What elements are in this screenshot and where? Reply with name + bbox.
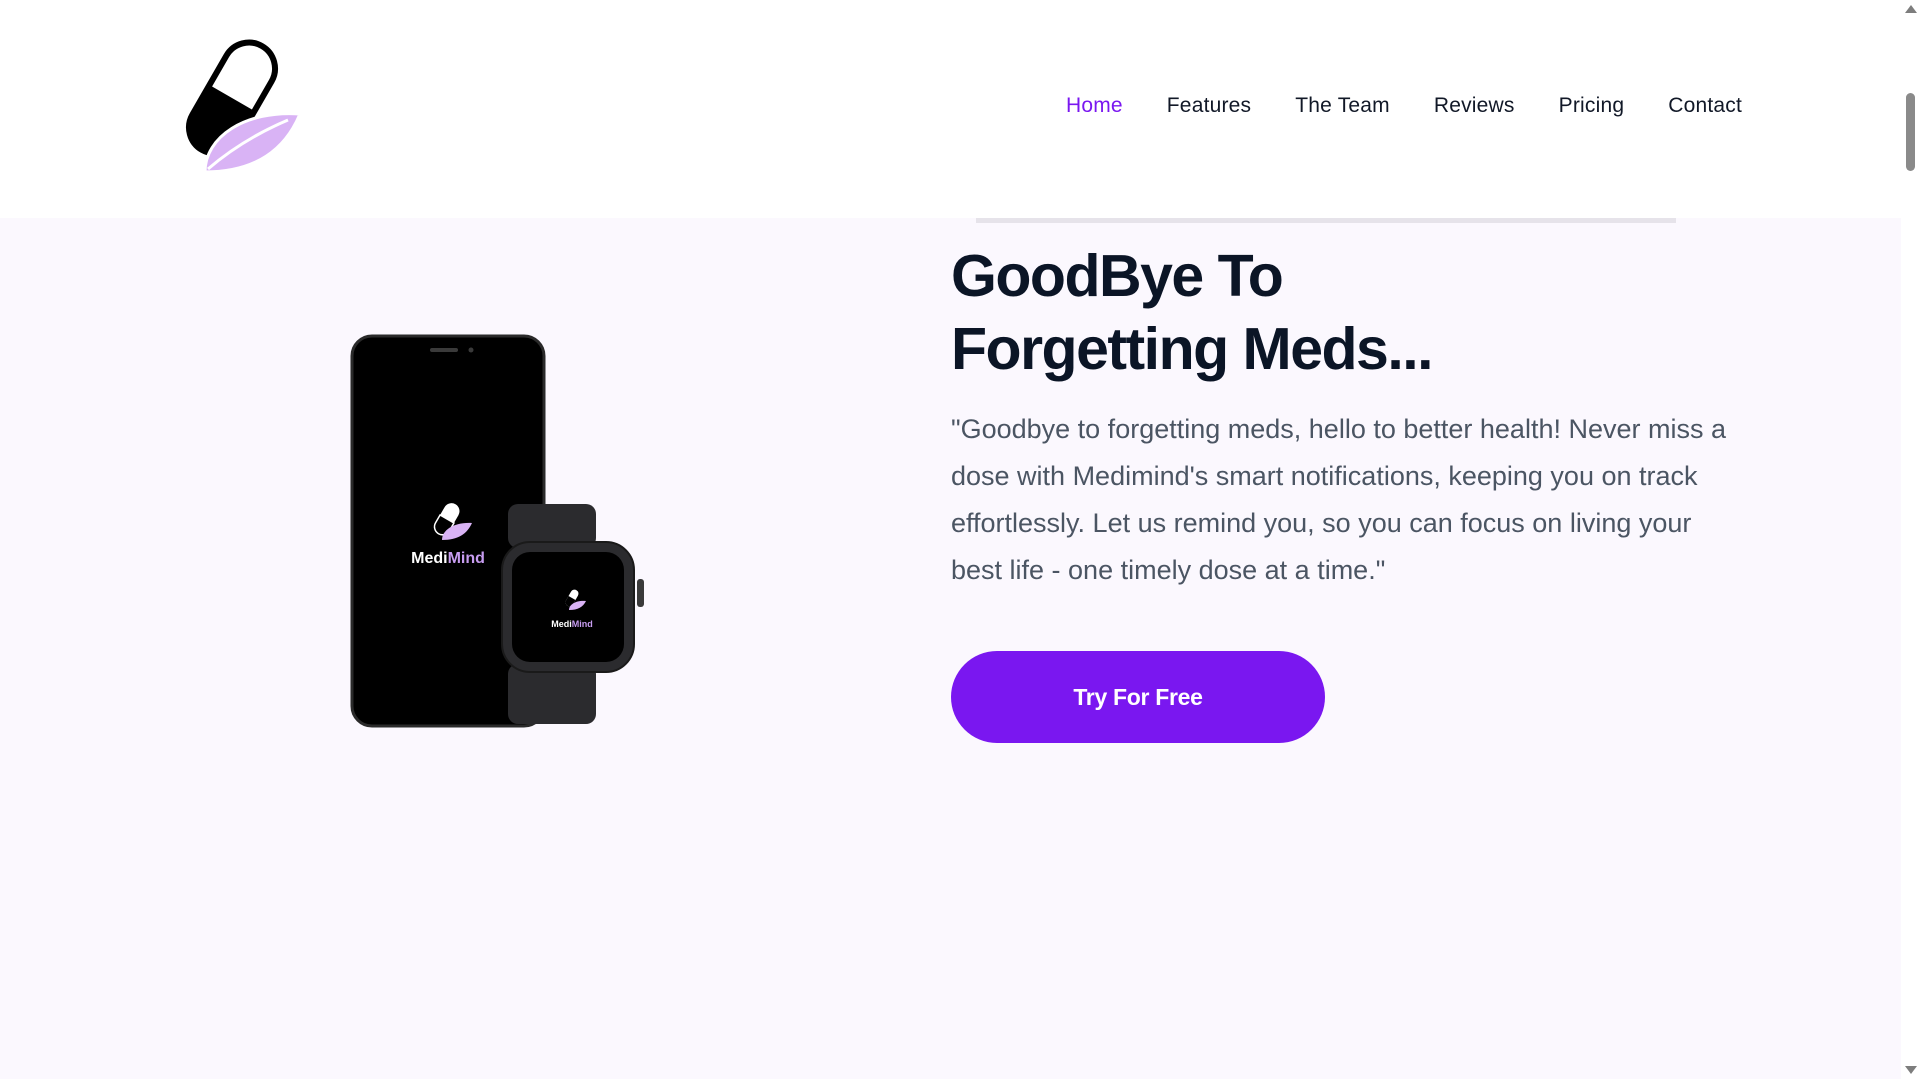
header-divider — [976, 218, 1676, 223]
pill-leaf-logo-icon[interactable] — [160, 32, 305, 177]
scrollbar-thumb[interactable] — [1906, 93, 1915, 171]
site-header: Home Features The Team Reviews Pricing C… — [0, 0, 1901, 218]
watch-app-name: MediMind — [551, 619, 593, 629]
nav-features[interactable]: Features — [1167, 94, 1251, 118]
nav-reviews[interactable]: Reviews — [1434, 94, 1515, 118]
hero-description: "Goodbye to forgetting meds, hello to be… — [951, 414, 1726, 585]
hero-section: GoodBye To Forgetting Meds... "Goodbye t… — [951, 240, 1741, 594]
main-nav: Home Features The Team Reviews Pricing C… — [1066, 94, 1742, 118]
scroll-up-arrow-icon[interactable] — [1905, 5, 1917, 13]
page-scrollbar[interactable] — [1901, 0, 1919, 1079]
hero-title: GoodBye To Forgetting Meds... — [951, 243, 1434, 382]
phone-app-name: MediMind — [411, 550, 485, 567]
nav-pricing[interactable]: Pricing — [1559, 94, 1625, 118]
try-for-free-button[interactable]: Try For Free — [951, 651, 1325, 743]
nav-home[interactable]: Home — [1066, 94, 1123, 118]
scroll-down-arrow-icon[interactable] — [1905, 1066, 1917, 1074]
phone-watch-mockup-image: MediMind MediMind — [350, 334, 644, 728]
nav-contact[interactable]: Contact — [1668, 94, 1742, 118]
nav-the-team[interactable]: The Team — [1295, 94, 1390, 118]
